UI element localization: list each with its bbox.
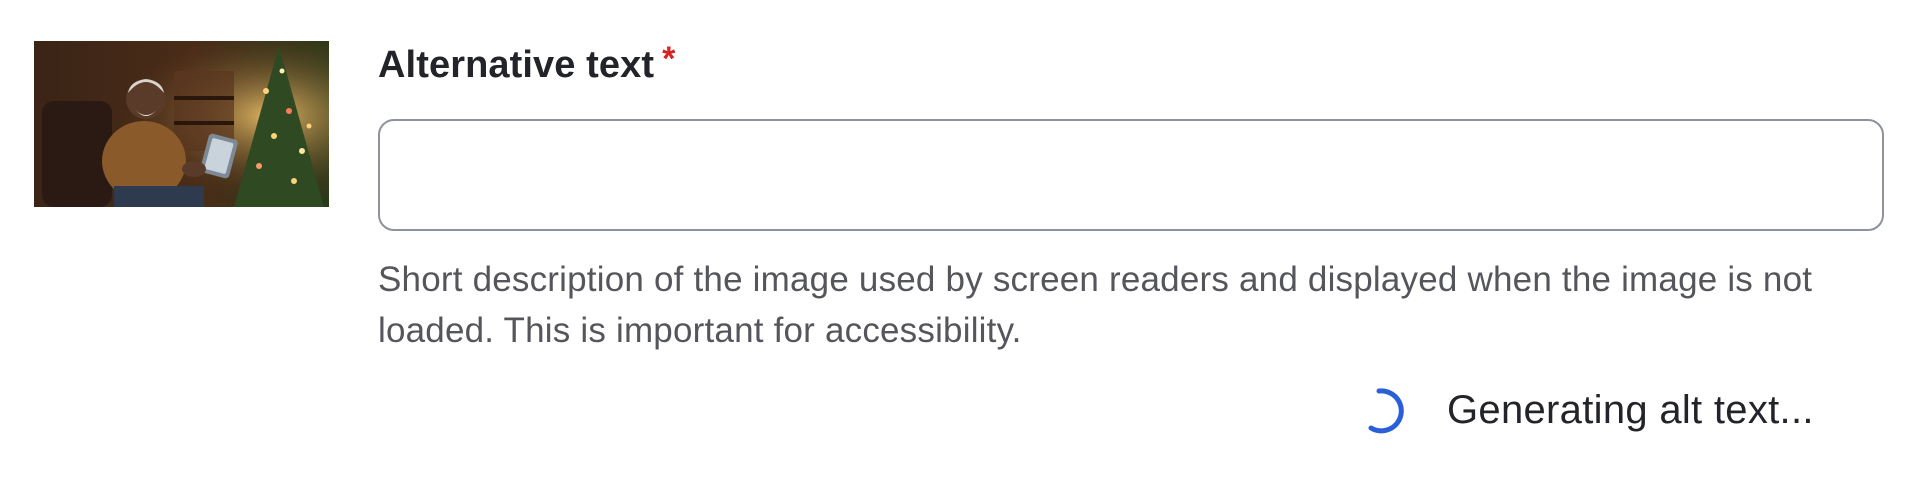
generation-status-text: Generating alt text... [1447,388,1814,432]
alt-text-field: Alternative text * Short description of … [378,40,1888,350]
required-indicator: * [662,40,676,78]
thumbnail-picture [34,41,329,207]
alt-text-label-row: Alternative text * [378,40,1888,90]
alt-text-input[interactable] [378,119,1884,231]
generation-status: Generating alt text... [1357,379,1814,441]
image-thumbnail [34,41,329,207]
alt-text-editor: Alternative text * Short description of … [0,0,1920,485]
alt-text-label: Alternative text [378,44,655,86]
loading-spinner-icon [1368,388,1404,434]
alt-text-help-text: Short description of the image used by s… [378,260,1813,350]
